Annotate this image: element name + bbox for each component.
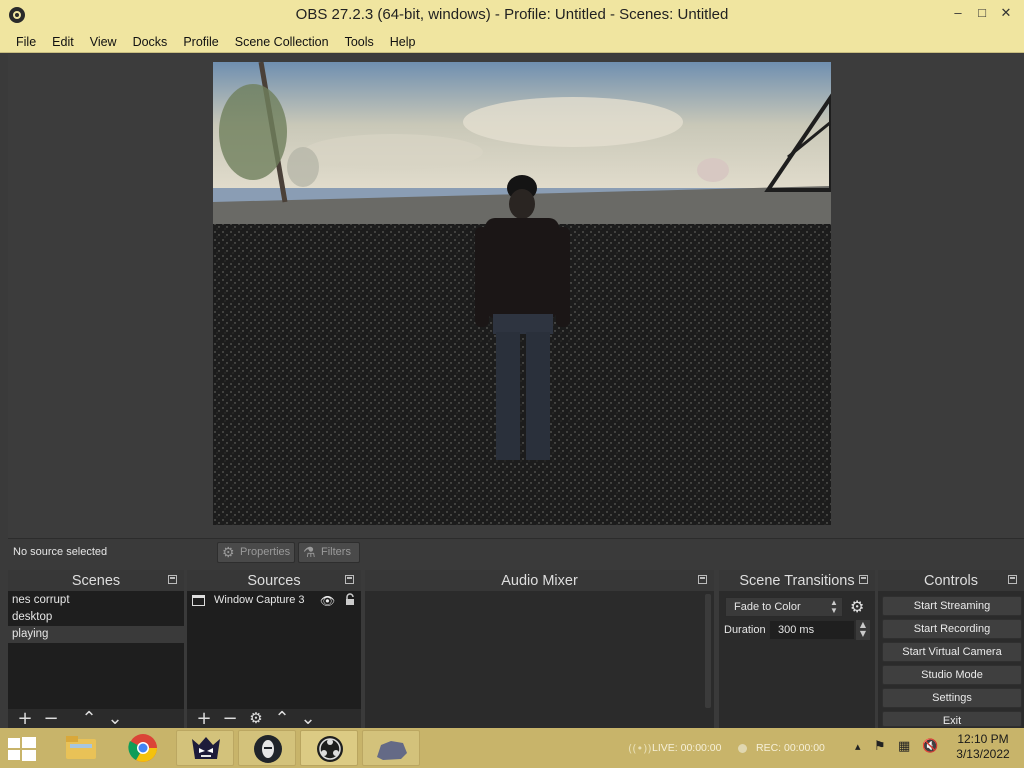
game-window-icon <box>377 741 407 760</box>
undock-icon[interactable] <box>698 575 707 584</box>
scene-transitions-title: Scene Transitions <box>719 570 875 591</box>
add-icon[interactable]: + <box>191 709 217 728</box>
menu-view[interactable]: View <box>82 31 125 53</box>
scenes-list[interactable]: nes corrupt desktop playing <box>8 591 184 709</box>
flag-icon[interactable]: ⚑ <box>874 739 886 754</box>
chrome-icon <box>128 734 157 762</box>
remove-icon[interactable]: − <box>38 709 64 728</box>
taskbar-obs[interactable] <box>300 730 358 766</box>
move-down-icon[interactable]: ⌄ <box>102 709 128 728</box>
duration-label: Duration <box>724 624 766 636</box>
undock-icon[interactable] <box>859 575 868 584</box>
scenes-toolbar: + − ⌃ ⌄ <box>8 709 184 728</box>
taskbar-mask-app[interactable] <box>238 730 296 766</box>
menu-file[interactable]: File <box>8 31 44 53</box>
scene-item-selected[interactable]: playing <box>8 626 184 643</box>
taskbar-file-explorer[interactable] <box>52 730 110 766</box>
add-icon[interactable]: + <box>12 709 38 728</box>
sources-list[interactable]: Window Capture 3 👁 <box>187 591 361 709</box>
source-name: Window Capture 3 <box>214 594 305 606</box>
audio-scrollbar[interactable] <box>705 594 711 708</box>
undock-icon[interactable] <box>345 575 354 584</box>
filter-icon: ⚗ <box>303 544 316 560</box>
sources-toolbar: + − ⚙ ⌃ ⌄ <box>187 709 361 728</box>
select-arrows-icon: ▲ ▼ <box>830 598 838 615</box>
sources-dock: Sources Window Capture 3 👁 + − ⚙ ⌃ ⌄ <box>187 570 361 728</box>
start-virtual-camera-button[interactable]: Start Virtual Camera <box>882 642 1022 662</box>
gear-icon[interactable]: ⚙ <box>850 598 864 616</box>
scene-item[interactable]: nes corrupt <box>8 592 184 609</box>
menu-scene-collection[interactable]: Scene Collection <box>227 31 337 53</box>
sources-title: Sources <box>187 570 361 591</box>
scene-transitions-dock: Scene Transitions Fade to Color ▲ ▼ ⚙ Dur… <box>719 570 875 728</box>
game-mascot-icon <box>192 737 220 759</box>
start-recording-button[interactable]: Start Recording <box>882 619 1022 639</box>
network-icon[interactable]: ▦ <box>898 739 910 754</box>
source-item[interactable]: Window Capture 3 👁 <box>187 592 361 610</box>
menu-edit[interactable]: Edit <box>44 31 82 53</box>
audio-mixer-area <box>365 591 714 728</box>
source-status: No source selected <box>13 546 108 558</box>
move-up-icon[interactable]: ⌃ <box>269 709 295 728</box>
window-capture-icon <box>192 595 205 606</box>
live-indicator-icon: ((•)) <box>628 742 652 755</box>
taskbar-chrome[interactable] <box>114 730 172 766</box>
settings-button[interactable]: Settings <box>882 688 1022 708</box>
volume-muted-icon[interactable]: 🔇 <box>922 739 938 754</box>
menu-bar: File Edit View Docks Profile Scene Colle… <box>0 31 1024 53</box>
windows-start-icon[interactable] <box>6 736 38 762</box>
start-streaming-button[interactable]: Start Streaming <box>882 596 1022 616</box>
visibility-eye-icon[interactable]: 👁 <box>320 594 335 608</box>
properties-button[interactable]: ⚙ Properties <box>217 542 295 563</box>
duration-field[interactable]: 300 ms <box>769 620 855 640</box>
studio-mode-button[interactable]: Studio Mode <box>882 665 1022 685</box>
mask-icon <box>254 735 282 763</box>
game-scene-image <box>213 62 831 525</box>
controls-title: Controls <box>878 570 1024 591</box>
audio-mixer-title: Audio Mixer <box>365 570 714 591</box>
undock-icon[interactable] <box>1008 575 1017 584</box>
duration-stepper[interactable]: ▲ ▼ <box>856 620 870 640</box>
taskbar-game-window[interactable] <box>362 730 420 766</box>
gear-icon[interactable]: ⚙ <box>243 709 269 728</box>
close-button[interactable]: ✕ <box>990 2 1022 24</box>
exit-button[interactable]: Exit <box>882 711 1022 727</box>
program-preview[interactable] <box>213 62 831 525</box>
rec-timer: REC: 00:00:00 <box>756 742 825 754</box>
scenes-dock: Scenes nes corrupt desktop playing + − ⌃… <box>8 570 184 728</box>
scene-item[interactable]: desktop <box>8 609 184 626</box>
lock-icon[interactable] <box>345 593 355 606</box>
taskbar-game-app[interactable] <box>176 730 234 766</box>
filters-button[interactable]: ⚗ Filters <box>298 542 360 563</box>
obs-window: OBS 27.2.3 (64-bit, windows) - Profile: … <box>0 0 1024 768</box>
windows-taskbar: ((•)) LIVE: 00:00:00 REC: 00:00:00 ▴ ⚑ ▦… <box>0 728 1024 768</box>
menu-tools[interactable]: Tools <box>337 31 382 53</box>
live-timer: LIVE: 00:00:00 <box>652 742 722 754</box>
tray-expand-icon[interactable]: ▴ <box>855 740 861 753</box>
window-title: OBS 27.2.3 (64-bit, windows) - Profile: … <box>295 6 729 23</box>
remove-icon[interactable]: − <box>217 709 243 728</box>
move-up-icon[interactable]: ⌃ <box>76 709 102 728</box>
gear-icon: ⚙ <box>222 544 235 560</box>
scenes-title: Scenes <box>8 570 184 591</box>
controls-dock: Controls Start Streaming Start Recording… <box>878 570 1024 728</box>
folder-icon <box>66 736 96 759</box>
obs-icon <box>317 736 343 762</box>
rec-dot-icon <box>738 744 747 753</box>
audio-mixer-dock: Audio Mixer <box>365 570 714 728</box>
move-down-icon[interactable]: ⌄ <box>295 709 321 728</box>
source-toolbar: No source selected ⚙ Properties ⚗ Filter… <box>8 538 1024 566</box>
controls-buttons: Start Streaming Start Recording Start Vi… <box>878 591 1024 728</box>
transition-select[interactable]: Fade to Color ▲ ▼ <box>725 597 843 617</box>
transition-settings: Fade to Color ▲ ▼ ⚙ Duration 300 ms ▲ ▼ <box>719 591 875 728</box>
undock-icon[interactable] <box>168 575 177 584</box>
clock[interactable]: 12:10 PM 3/13/2022 <box>948 732 1018 762</box>
menu-help[interactable]: Help <box>382 31 424 53</box>
menu-docks[interactable]: Docks <box>125 31 176 53</box>
title-bar: OBS 27.2.3 (64-bit, windows) - Profile: … <box>0 0 1024 31</box>
menu-profile[interactable]: Profile <box>175 31 226 53</box>
